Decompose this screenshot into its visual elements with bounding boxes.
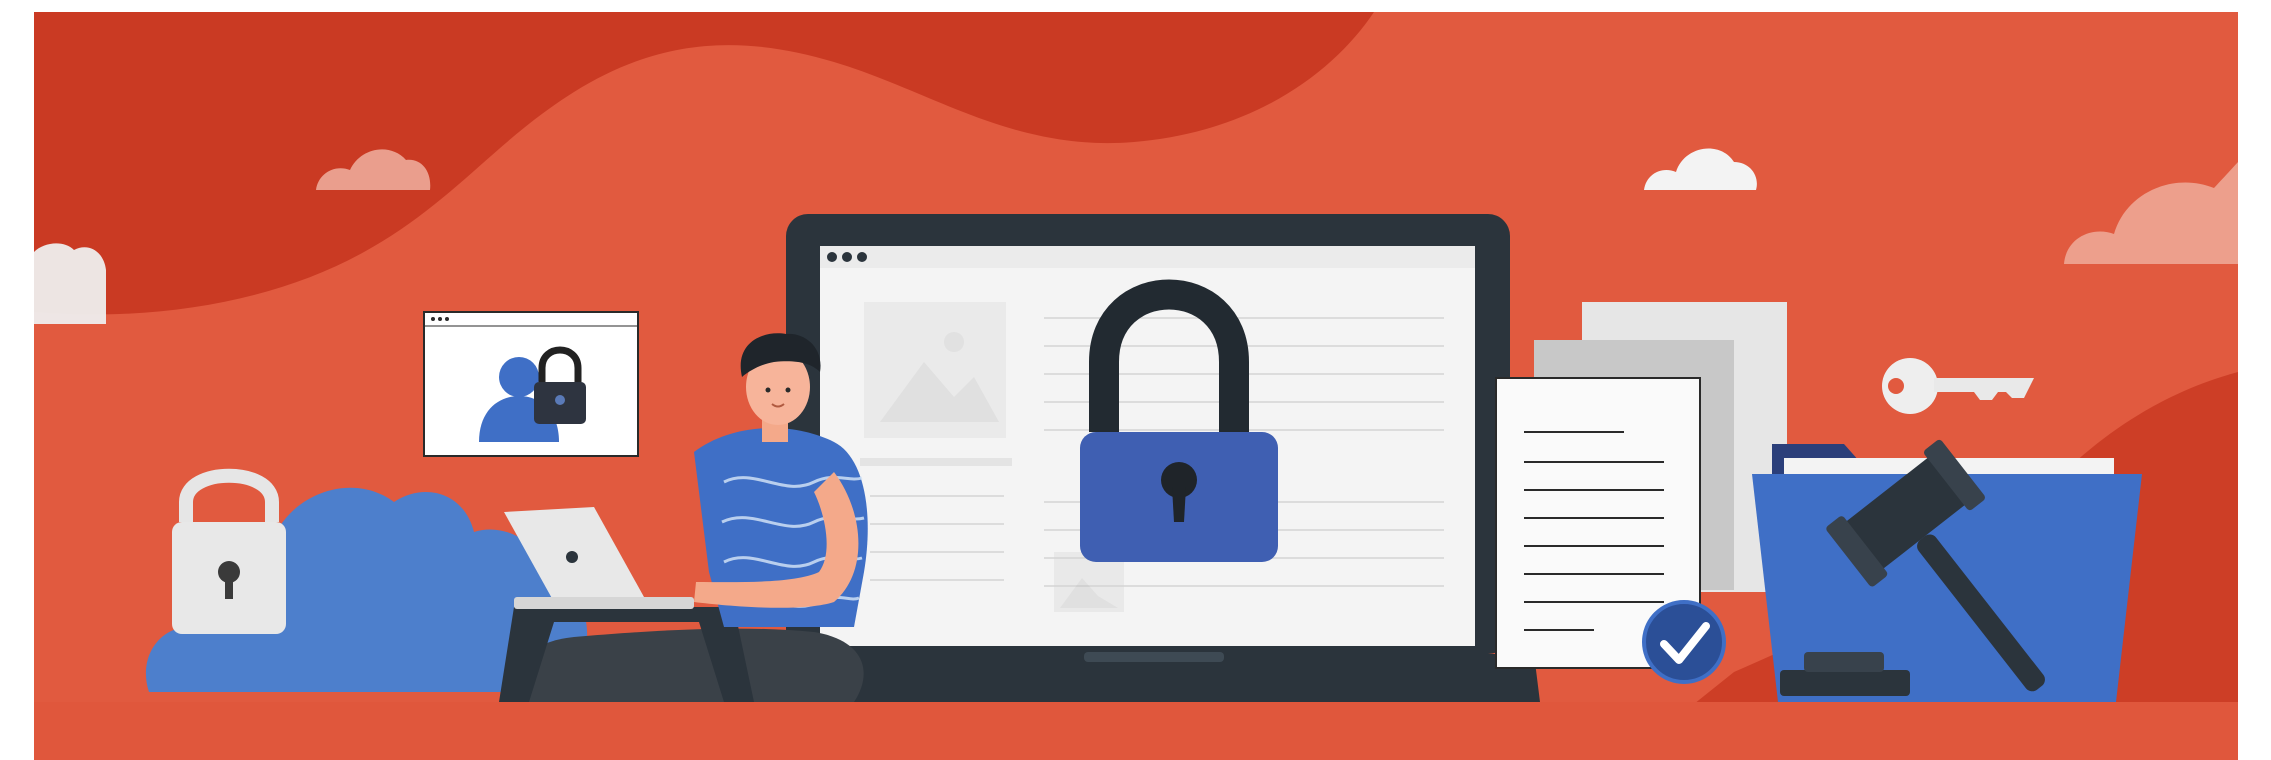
hero-banner bbox=[34, 12, 2238, 760]
